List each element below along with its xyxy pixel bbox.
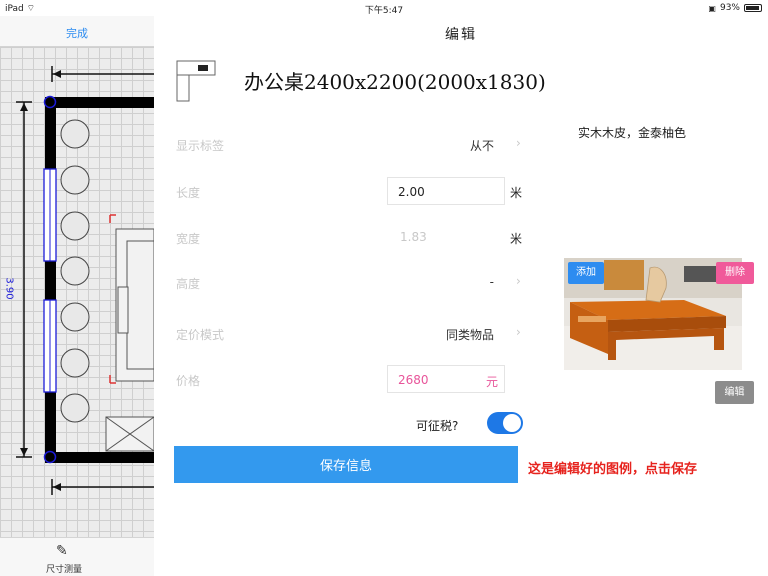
status-bar: iPad ⌔ 下午5:47 ▣ 93% [0,0,768,16]
pricing-mode-row[interactable]: 定价模式 同类物品 › [176,319,521,349]
toggle-knob [503,414,521,432]
pricing-mode-label: 定价模式 [176,328,225,342]
edit-panel: 编辑 办公桌2400x2200(2000x1830) 显示标签 从不 › 长度 … [154,16,768,576]
width-unit: 米 [510,232,523,246]
edit-measure-icon[interactable]: ✎ [56,543,68,559]
width-row: 宽度 1.83 米 [176,223,536,253]
price-input[interactable]: 2680 元 [387,365,505,393]
desk-thumbnail-icon [176,60,216,102]
height-row[interactable]: 高度 - › [176,268,521,298]
status-time: 下午5:47 [364,6,404,16]
left-toolbar: 完成 [0,16,154,47]
height-label: 高度 [176,277,201,291]
done-button[interactable]: 完成 [66,25,88,41]
width-label: 宽度 [176,232,201,246]
price-label: 价格 [176,374,201,388]
left-bottom-toolbar: ✎ 尺寸测量 [0,537,154,576]
height-value: - [489,275,494,289]
pricing-mode-value: 同类物品 [445,328,494,342]
chevron-right-icon: › [516,274,521,288]
chevron-right-icon: › [516,136,521,150]
show-label-value: 从不 [469,139,494,153]
measure-tool-label[interactable]: 尺寸测量 [0,562,128,575]
length-row: 长度 2.00 米 [176,177,536,207]
length-unit: 米 [510,186,523,200]
product-description: 实木木皮，金泰柚色 [578,126,687,140]
length-label: 长度 [176,186,201,200]
status-right: ▣ 93% [708,3,762,13]
show-label-row[interactable]: 显示标签 从不 › [176,130,521,160]
save-button[interactable]: 保存信息 [174,446,518,483]
price-row: 价格 2680 元 [176,365,536,395]
price-unit: 元 [486,375,499,389]
taxable-toggle[interactable] [487,412,523,434]
annotation-note: 这是编辑好的图例，点击保存 [528,462,698,477]
show-label-label: 显示标签 [176,139,225,153]
floor-plan-panel: 完成 3.90 ✎ 尺寸测量 [0,16,154,576]
taxable-label: 可征税? [416,419,459,433]
battery-icon [744,4,762,12]
floor-plan-canvas[interactable]: 3.90 [0,47,154,537]
delete-image-button[interactable]: 删除 [716,262,754,284]
add-image-button[interactable]: 添加 [568,262,604,284]
floor-plan-drawing [16,66,154,495]
width-value: 1.83 [400,230,427,244]
battery-percent: 93% [719,3,740,13]
dimension-label: 3.90 [3,277,15,300]
length-input[interactable]: 2.00 [387,177,505,205]
page-title: 编辑 [445,27,477,43]
product-title: 办公桌2400x2200(2000x1830) [244,70,546,94]
edit-image-button[interactable]: 编辑 [715,381,754,404]
screen-lock-icon: ▣ [708,3,716,13]
chevron-right-icon: › [516,325,521,339]
